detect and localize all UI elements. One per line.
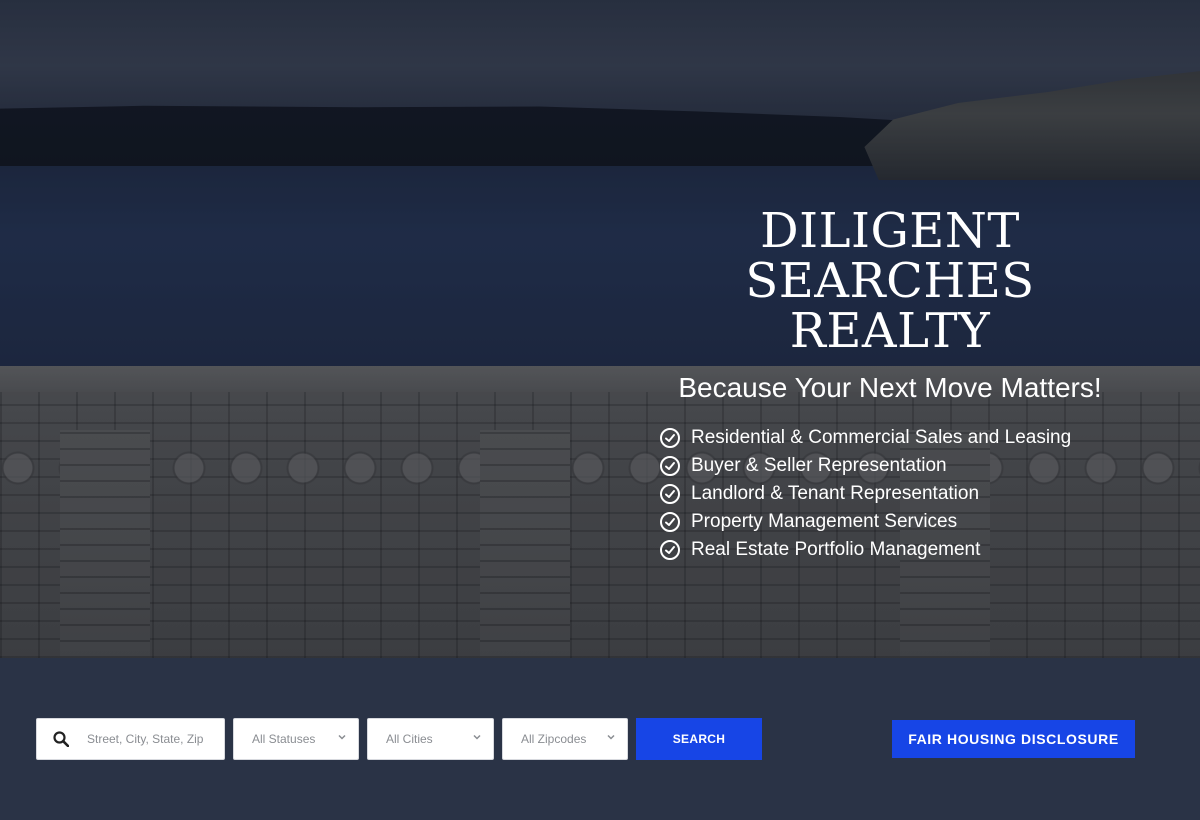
hero-section: DILIGENT SEARCHES REALTY Because Your Ne… [0,0,1200,658]
cities-select-value: All Cities [386,732,433,746]
feature-item: Real Estate Portfolio Management [660,536,1160,564]
feature-label: Property Management Services [691,511,958,532]
feature-label: Landlord & Tenant Representation [691,483,980,504]
feature-label: Residential & Commercial Sales and Leasi… [691,427,1072,448]
hero-title-line1: DILIGENT SEARCHES [745,203,1035,309]
search-field[interactable] [36,718,225,760]
feature-item: Landlord & Tenant Representation [660,480,1160,508]
zipcodes-select[interactable]: All Zipcodes [502,718,628,760]
hero-text-block: DILIGENT SEARCHES REALTY Because Your Ne… [620,206,1160,564]
cities-select[interactable]: All Cities [367,718,494,760]
search-input[interactable] [87,732,207,746]
chevron-down-icon [607,734,615,740]
feature-label: Buyer & Seller Representation [691,455,947,476]
chevron-down-icon [473,734,481,740]
status-select-value: All Statuses [252,732,316,746]
hero-title-line2: REALTY [789,303,991,359]
check-circle-icon [660,512,680,532]
check-circle-icon [660,484,680,504]
fair-housing-disclosure-button[interactable]: FAIR HOUSING DISCLOSURE [892,720,1135,758]
status-select[interactable]: All Statuses [233,718,359,760]
hero-title: DILIGENT SEARCHES REALTY [620,206,1160,356]
chevron-down-icon [338,734,346,740]
check-circle-icon [660,456,680,476]
feature-item: Residential & Commercial Sales and Leasi… [660,424,1160,452]
zipcodes-select-value: All Zipcodes [521,732,587,746]
hero-tagline: Because Your Next Move Matters! [678,372,1102,403]
search-icon [53,731,69,747]
feature-item: Property Management Services [660,508,1160,536]
feature-item: Buyer & Seller Representation [660,452,1160,480]
check-circle-icon [660,540,680,560]
feature-list: Residential & Commercial Sales and Leasi… [660,424,1160,564]
check-circle-icon [660,428,680,448]
feature-label: Real Estate Portfolio Management [691,539,981,560]
search-button[interactable]: SEARCH [636,718,762,760]
